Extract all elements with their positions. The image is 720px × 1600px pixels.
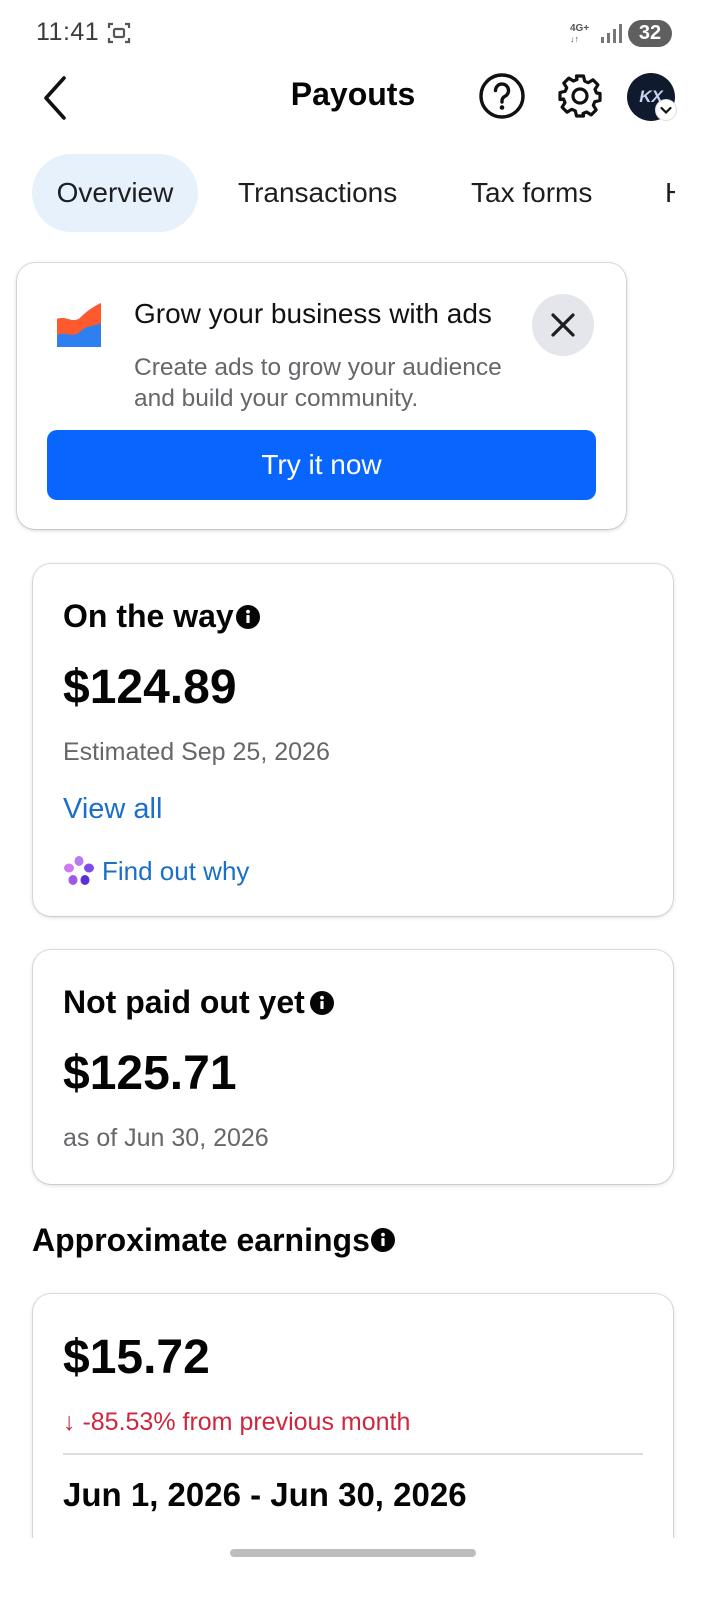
approximate-amount: $15.72 bbox=[63, 1331, 210, 1384]
close-icon bbox=[551, 313, 575, 337]
home-indicator[interactable] bbox=[230, 1549, 476, 1557]
network-indicator: 4G+ ↓↑ bbox=[570, 23, 590, 45]
tab-overflow[interactable]: H bbox=[665, 154, 675, 232]
tab-overview[interactable]: Overview bbox=[32, 154, 198, 232]
divider bbox=[63, 1453, 643, 1455]
gear-icon[interactable] bbox=[556, 72, 604, 120]
on-the-way-heading: On the way bbox=[63, 598, 234, 634]
ad-description: Create ads to grow your audience and bui… bbox=[134, 354, 502, 412]
view-all-link[interactable]: View all bbox=[63, 793, 162, 826]
tab-tax-forms[interactable]: Tax forms bbox=[471, 154, 592, 232]
try-it-now-button[interactable]: Try it now bbox=[47, 430, 596, 500]
ad-title: Grow your business with ads bbox=[134, 298, 492, 329]
battery-indicator: 32 bbox=[628, 20, 672, 47]
date-range: Jun 1, 2026 - Jun 30, 2026 bbox=[63, 1476, 467, 1513]
help-icon[interactable] bbox=[478, 72, 526, 120]
status-time: 11:41 bbox=[36, 18, 100, 46]
not-paid-amount: $125.71 bbox=[63, 1047, 237, 1100]
find-out-why-link[interactable]: Find out why bbox=[102, 856, 249, 887]
page-title: Payouts bbox=[290, 76, 416, 112]
ads-growth-icon bbox=[57, 303, 101, 347]
tab-transactions[interactable]: Transactions bbox=[238, 154, 397, 232]
info-icon[interactable] bbox=[310, 991, 334, 1015]
screenshot-icon bbox=[107, 22, 131, 44]
sparkle-icon bbox=[64, 856, 94, 885]
estimated-date: Estimated Sep 25, 2026 bbox=[63, 738, 330, 766]
as-of-date: as of Jun 30, 2026 bbox=[63, 1124, 269, 1152]
signal-icon bbox=[601, 24, 622, 43]
gesture-area bbox=[0, 1538, 720, 1600]
info-icon[interactable] bbox=[236, 605, 260, 629]
close-button[interactable] bbox=[532, 294, 594, 356]
back-arrow-icon[interactable] bbox=[36, 70, 86, 126]
chevron-down-icon bbox=[660, 106, 672, 115]
not-paid-heading: Not paid out yet bbox=[63, 984, 305, 1020]
approximate-earnings-heading: Approximate earnings bbox=[32, 1222, 370, 1258]
month-change: ↓ -85.53% from previous month bbox=[63, 1408, 411, 1436]
on-the-way-amount: $124.89 bbox=[63, 661, 237, 714]
avatar-menu-badge[interactable] bbox=[656, 100, 676, 120]
info-icon[interactable] bbox=[371, 1228, 395, 1252]
